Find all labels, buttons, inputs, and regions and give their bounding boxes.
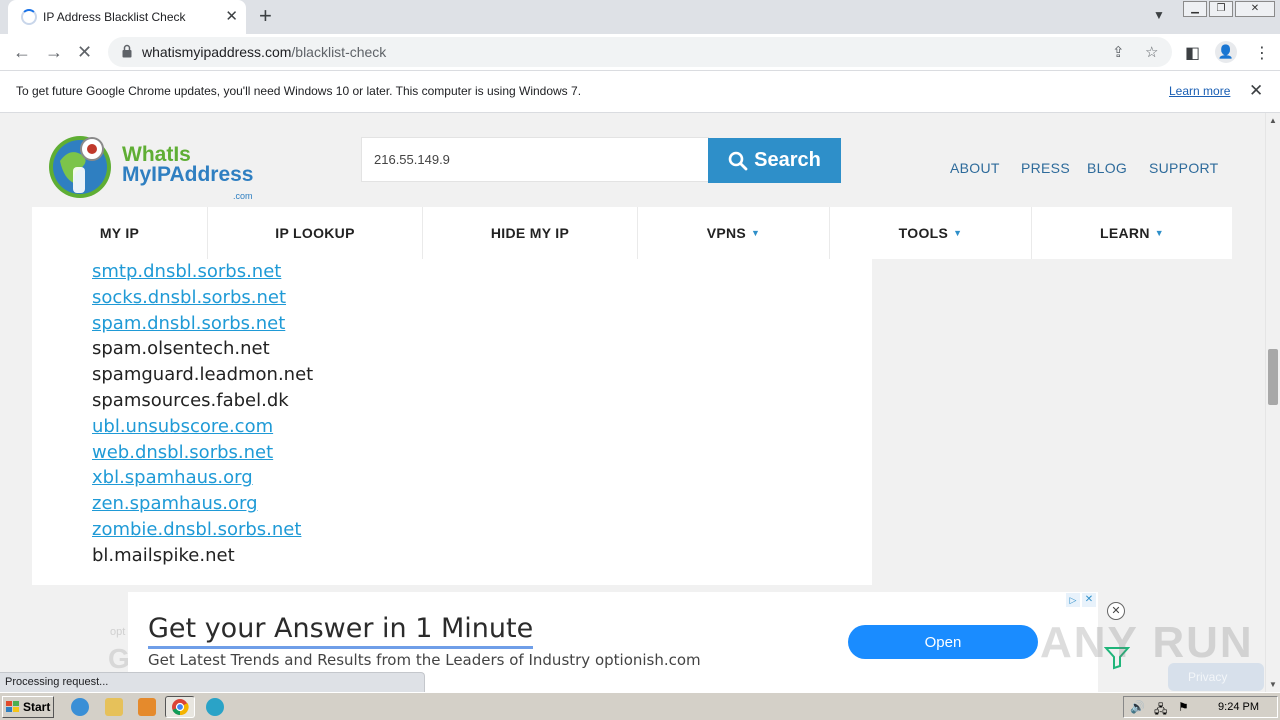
nav-hide-my-ip[interactable]: HIDE MY IP bbox=[423, 207, 638, 259]
active-tab[interactable]: IP Address Blacklist Check ✕ bbox=[8, 0, 246, 34]
nav-tools[interactable]: TOOLS ▼ bbox=[830, 207, 1032, 259]
blacklist-list: smtp.dnsbl.sorbs.net socks.dnsbl.sorbs.ne… bbox=[92, 259, 313, 569]
anyrun-watermark: ANY RUN bbox=[1040, 618, 1254, 667]
stop-loading-icon[interactable]: ✕ bbox=[77, 42, 92, 62]
share-icon[interactable]: ⇪ bbox=[1112, 43, 1125, 61]
dropdown-caret-icon: ▼ bbox=[751, 228, 761, 238]
privacy-badge[interactable]: Privacy bbox=[1168, 663, 1264, 691]
nav-my-ip[interactable]: MY IP bbox=[32, 207, 208, 259]
learn-more-link[interactable]: Learn more bbox=[1169, 84, 1230, 98]
blacklist-link[interactable]: zombie.dnsbl.sorbs.net bbox=[92, 517, 313, 543]
blacklist-link[interactable]: spam.dnsbl.sorbs.net bbox=[92, 311, 313, 337]
forward-arrow-icon[interactable]: → bbox=[45, 42, 63, 62]
network-icon[interactable]: 🖧 bbox=[1154, 700, 1167, 720]
chrome-icon bbox=[172, 699, 189, 716]
windows-taskbar: Start 🔊 🖧 ⚑ 9:24 PM bbox=[0, 692, 1280, 720]
browser-toolbar: ← → ✕ whatismyipaddress.com/blacklist-ch… bbox=[0, 34, 1280, 71]
blacklist-item: spamsources.fabel.dk bbox=[92, 389, 289, 411]
faded-ad-label: opt bbox=[110, 626, 126, 638]
blacklist-link[interactable]: ubl.unsubscore.com bbox=[92, 414, 313, 440]
lock-icon bbox=[122, 44, 132, 58]
scroll-up-arrow-icon[interactable]: ▲ bbox=[1269, 116, 1277, 125]
faded-ad-text: G bbox=[108, 643, 130, 674]
scroll-down-arrow-icon[interactable]: ▼ bbox=[1269, 680, 1277, 689]
status-bubble: Processing request... bbox=[0, 672, 425, 692]
search-icon bbox=[728, 151, 748, 170]
window-close-button[interactable]: ✕ bbox=[1235, 1, 1275, 17]
ad-subtext: Get Latest Trends and Results from the L… bbox=[148, 651, 701, 669]
tab-strip: IP Address Blacklist Check ✕ + ▼ ▁ ❐ ✕ bbox=[0, 0, 1280, 34]
system-tray: 🔊 🖧 ⚑ 9:24 PM bbox=[1123, 696, 1278, 718]
search-button[interactable]: Search bbox=[708, 138, 841, 183]
search-button-label: Search bbox=[754, 149, 821, 171]
minimize-button[interactable]: ▁ bbox=[1183, 1, 1207, 17]
ad-headline[interactable]: Get your Answer in 1 Minute bbox=[148, 612, 534, 649]
windows-logo-icon bbox=[6, 701, 19, 712]
blacklist-link[interactable]: smtp.dnsbl.sorbs.net bbox=[92, 259, 313, 285]
blacklist-link[interactable]: zen.spamhaus.org bbox=[92, 491, 313, 517]
taskbar-clock[interactable]: 9:24 PM bbox=[1218, 701, 1259, 713]
blacklist-item: spam.olsentech.net bbox=[92, 338, 270, 360]
dropdown-caret-icon: ▼ bbox=[1154, 228, 1164, 238]
blacklist-link[interactable]: xbl.spamhaus.org bbox=[92, 465, 313, 491]
blacklist-link[interactable]: web.dnsbl.sorbs.net bbox=[92, 440, 313, 466]
url-text: whatismyipaddress.com/blacklist-check bbox=[142, 44, 387, 60]
infobar-message: To get future Google Chrome updates, you… bbox=[16, 84, 582, 98]
edge-icon[interactable] bbox=[206, 698, 224, 716]
blacklist-item: bl.mailspike.net bbox=[92, 544, 235, 566]
top-link-press[interactable]: PRESS bbox=[1021, 160, 1070, 176]
menu-kebab-icon[interactable]: ⋮ bbox=[1254, 43, 1270, 63]
back-arrow-icon[interactable]: ← bbox=[13, 42, 31, 62]
page-scrollbar[interactable]: ▲ ▼ bbox=[1265, 113, 1280, 692]
blacklist-link[interactable]: socks.dnsbl.sorbs.net bbox=[92, 285, 313, 311]
dropdown-caret-icon: ▼ bbox=[953, 228, 963, 238]
bookmark-star-icon[interactable]: ☆ bbox=[1145, 43, 1158, 61]
nav-learn[interactable]: LEARN ▼ bbox=[1032, 207, 1232, 259]
tab-search-icon[interactable]: ▼ bbox=[1153, 8, 1165, 22]
restore-button[interactable]: ❐ bbox=[1209, 1, 1233, 17]
blacklist-item: spamguard.leadmon.net bbox=[92, 364, 314, 386]
ie-icon[interactable] bbox=[71, 698, 89, 716]
globe-logo-icon bbox=[49, 136, 111, 198]
top-link-about[interactable]: ABOUT bbox=[950, 160, 1000, 176]
volume-icon[interactable]: 🔊 bbox=[1130, 700, 1145, 714]
site-logo[interactable]: WhatIs MyIPAddress .com bbox=[46, 131, 261, 201]
blacklist-content: smtp.dnsbl.sorbs.net socks.dnsbl.sorbs.ne… bbox=[32, 259, 872, 585]
ad-close-icon[interactable]: ✕ bbox=[1082, 593, 1096, 607]
start-button[interactable]: Start bbox=[2, 696, 54, 718]
nav-ip-lookup[interactable]: IP LOOKUP bbox=[208, 207, 423, 259]
update-infobar: To get future Google Chrome updates, you… bbox=[0, 71, 1280, 113]
side-panel-icon[interactable]: ◧ bbox=[1185, 43, 1200, 63]
address-bar[interactable]: whatismyipaddress.com/blacklist-check ⇪ … bbox=[108, 37, 1172, 67]
nav-vpns[interactable]: VPNS ▼ bbox=[638, 207, 830, 259]
infobar-close-button[interactable]: ✕ bbox=[1249, 81, 1263, 101]
scrollbar-thumb[interactable] bbox=[1268, 349, 1278, 405]
tab-close-button[interactable]: ✕ bbox=[225, 8, 238, 26]
ip-search-input[interactable] bbox=[361, 137, 709, 182]
top-link-blog[interactable]: BLOG bbox=[1087, 160, 1127, 176]
main-navigation: MY IP IP LOOKUP HIDE MY IP VPNS ▼ TOOLS ▼ … bbox=[32, 207, 1232, 259]
adchoices-icon[interactable]: ▷ bbox=[1066, 593, 1080, 607]
loading-spinner-icon bbox=[21, 9, 37, 25]
new-tab-button[interactable]: + bbox=[259, 5, 272, 27]
logo-wordmark: WhatIs MyIPAddress .com bbox=[122, 143, 254, 201]
profile-icon[interactable]: 👤 bbox=[1215, 41, 1237, 63]
top-link-support[interactable]: SUPPORT bbox=[1149, 160, 1219, 176]
web-page: WhatIs MyIPAddress .com Search ABOUT PRE… bbox=[0, 113, 1265, 692]
ad-open-button[interactable]: Open bbox=[848, 625, 1038, 659]
tab-title: IP Address Blacklist Check bbox=[43, 10, 186, 24]
media-player-icon[interactable] bbox=[138, 698, 156, 716]
explorer-folder-icon[interactable] bbox=[105, 698, 123, 716]
chrome-taskbar-button[interactable] bbox=[165, 696, 195, 718]
action-center-flag-icon[interactable]: ⚑ bbox=[1178, 700, 1189, 714]
